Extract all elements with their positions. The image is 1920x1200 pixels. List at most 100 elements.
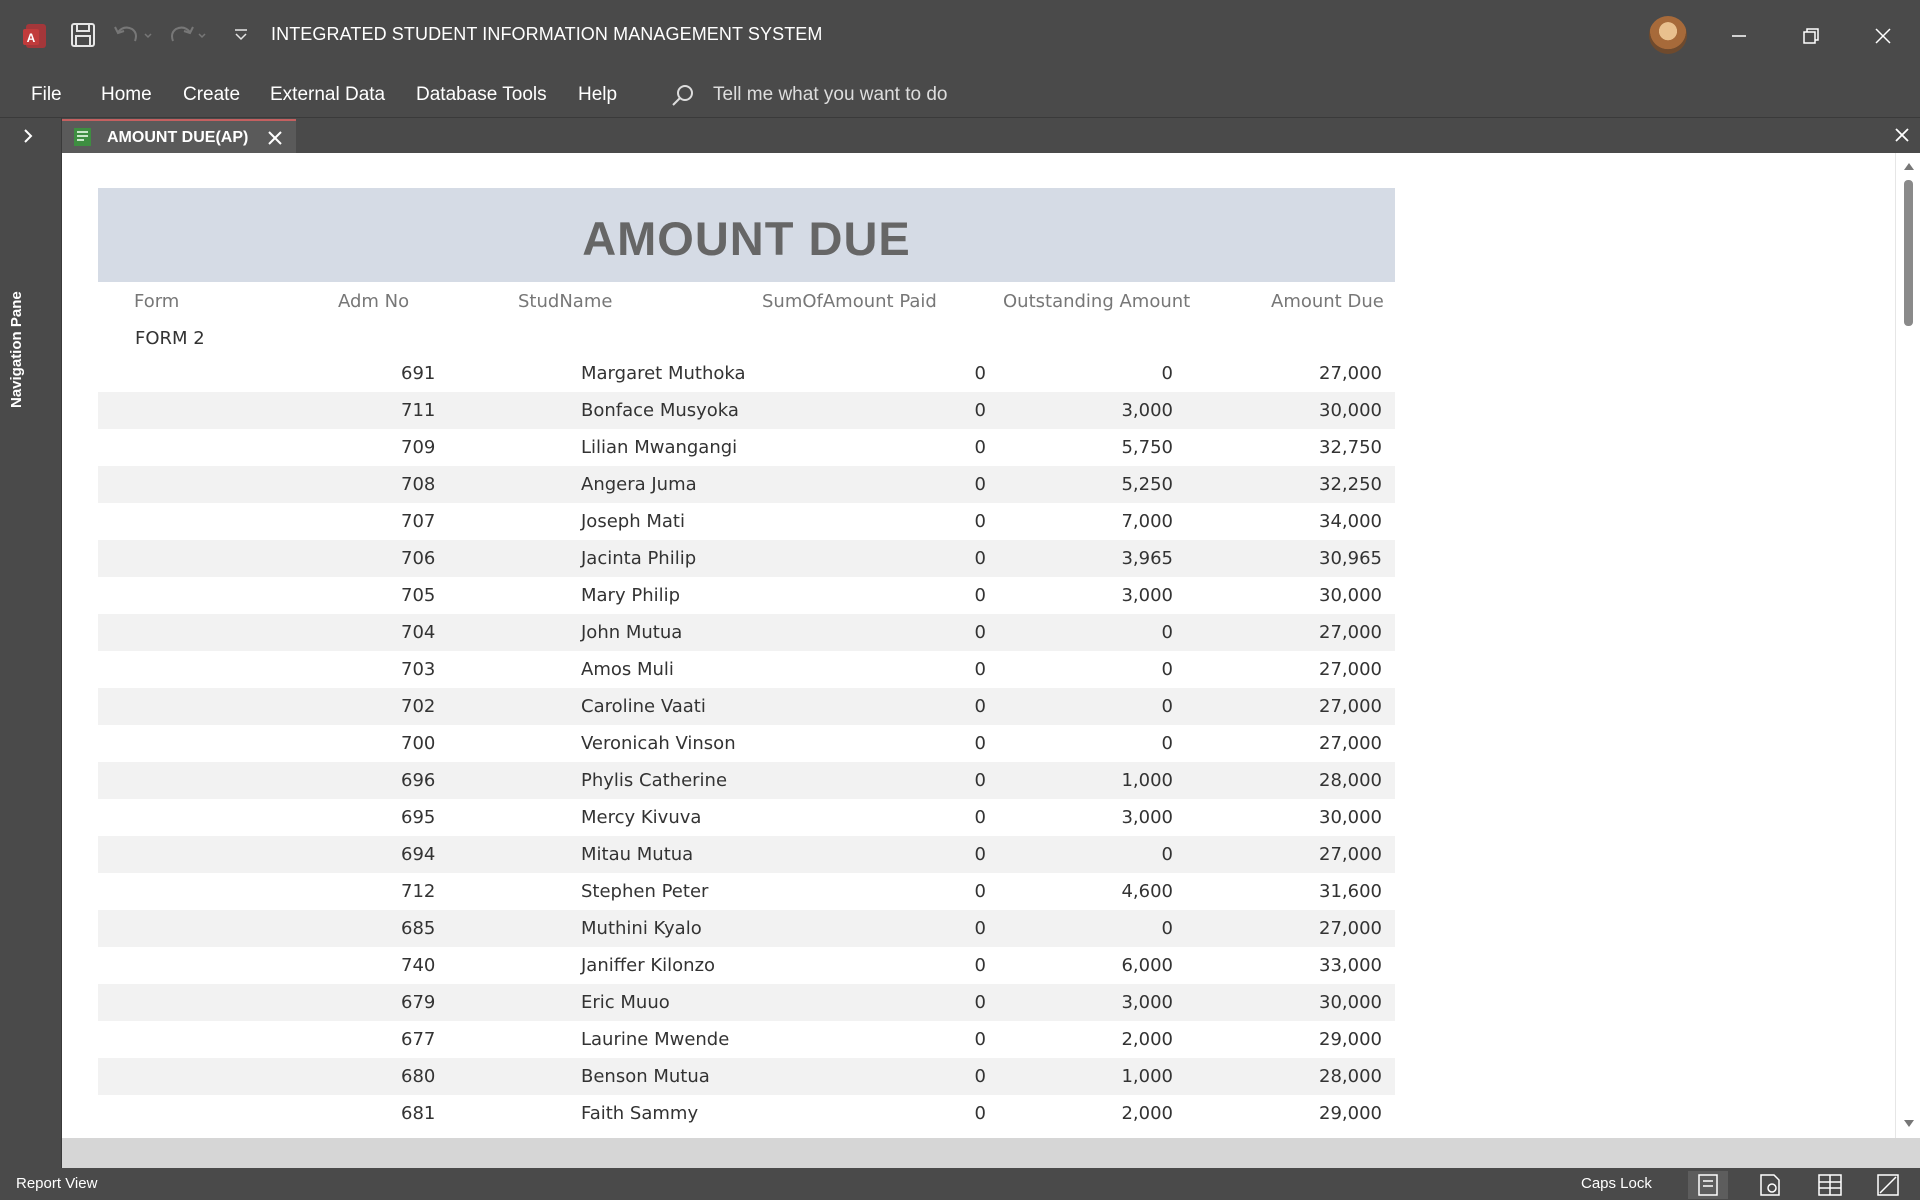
amount-due-cell: 28,000 [1319, 770, 1382, 791]
adm-no-cell: 707 [401, 511, 436, 532]
document-tab[interactable]: AMOUNT DUE(AP) [62, 119, 296, 153]
caps-lock-indicator: Caps Lock [1581, 1175, 1652, 1192]
amount-paid-cell: 0 [974, 807, 986, 828]
outstanding-amount-cell: 7,000 [1121, 511, 1173, 532]
adm-no-cell: 706 [401, 548, 436, 569]
amount-paid-cell: 0 [974, 585, 986, 606]
tab-external-data[interactable]: External Data [270, 84, 385, 106]
report-view-button[interactable] [1688, 1171, 1728, 1199]
table-row: 700 Veronicah Vinson 0 0 27,000 [98, 725, 1395, 762]
status-bar: Report View Caps Lock [0, 1168, 1920, 1200]
amount-paid-cell: 0 [974, 659, 986, 680]
adm-no-cell: 704 [401, 622, 436, 643]
table-row: 694 Mitau Mutua 0 0 27,000 [98, 836, 1395, 873]
student-name-cell: Laurine Mwende [581, 1029, 730, 1050]
customize-toolbar-icon[interactable] [233, 22, 249, 48]
amount-due-cell: 27,000 [1319, 844, 1382, 865]
amount-paid-cell: 0 [974, 844, 986, 865]
horizontal-scroll-area[interactable] [62, 1138, 1920, 1168]
design-view-button[interactable] [1868, 1171, 1908, 1199]
column-header-amount-due: Amount Due [1271, 291, 1384, 312]
column-header-studname: StudName [518, 291, 613, 312]
minimize-button[interactable] [1719, 16, 1759, 56]
scroll-up-icon[interactable] [1903, 161, 1915, 171]
amount-paid-cell: 0 [974, 955, 986, 976]
student-name-cell: Lilian Mwangangi [581, 437, 738, 458]
amount-paid-cell: 0 [974, 918, 986, 939]
outstanding-amount-cell: 6,000 [1121, 955, 1173, 976]
amount-paid-cell: 0 [974, 733, 986, 754]
avatar[interactable] [1649, 16, 1687, 54]
column-header-adm-no: Adm No [338, 291, 410, 312]
svg-text:A: A [27, 31, 36, 45]
outstanding-amount-cell: 3,000 [1121, 400, 1173, 421]
student-name-cell: Caroline Vaati [581, 696, 706, 717]
redo-icon[interactable] [170, 22, 214, 48]
adm-no-cell: 708 [401, 474, 436, 495]
access-app-icon[interactable]: A [22, 22, 50, 50]
amount-paid-cell: 0 [974, 992, 986, 1013]
amount-due-cell: 31,600 [1319, 881, 1382, 902]
column-header-form: Form [134, 291, 180, 312]
table-row: 702 Caroline Vaati 0 0 27,000 [98, 688, 1395, 725]
group-header-form: FORM 2 [135, 328, 205, 349]
amount-due-cell: 32,750 [1319, 437, 1382, 458]
report-title: AMOUNT DUE [582, 212, 911, 265]
student-name-cell: Benson Mutua [581, 1066, 710, 1087]
outstanding-amount-cell: 3,000 [1121, 992, 1173, 1013]
document-tab-strip: AMOUNT DUE(AP) [62, 118, 1920, 153]
navigation-pane-label: Navigation Pane [8, 291, 25, 408]
chevron-right-icon[interactable] [18, 126, 38, 146]
vertical-scrollbar[interactable] [1895, 153, 1920, 1138]
undo-icon[interactable] [112, 22, 156, 48]
amount-due-cell: 27,000 [1319, 363, 1382, 384]
report-view: AMOUNT DUE Form Adm No StudName SumOfAmo… [62, 153, 1895, 1138]
table-row: 679 Eric Muuo 0 3,000 30,000 [98, 984, 1395, 1021]
amount-due-cell: 27,000 [1319, 622, 1382, 643]
scroll-thumb[interactable] [1904, 180, 1913, 326]
tell-me-search[interactable]: Tell me what you want to do [713, 84, 947, 106]
tab-create[interactable]: Create [183, 84, 240, 106]
tab-database-tools[interactable]: Database Tools [416, 84, 547, 106]
outstanding-amount-cell: 0 [1161, 659, 1173, 680]
layout-view-button[interactable] [1810, 1171, 1850, 1199]
table-row: 706 Jacinta Philip 0 3,965 30,965 [98, 540, 1395, 577]
print-preview-button[interactable] [1750, 1171, 1790, 1199]
outstanding-amount-cell: 3,000 [1121, 585, 1173, 606]
tab-home[interactable]: Home [101, 84, 152, 106]
table-row: 711 Bonface Musyoka 0 3,000 30,000 [98, 392, 1395, 429]
tab-help[interactable]: Help [578, 84, 617, 106]
amount-due-cell: 30,000 [1319, 585, 1382, 606]
student-name-cell: Mitau Mutua [581, 844, 694, 865]
adm-no-cell: 681 [401, 1103, 436, 1124]
tab-file[interactable]: File [31, 84, 62, 106]
amount-paid-cell: 0 [974, 437, 986, 458]
amount-due-cell: 28,000 [1319, 1066, 1382, 1087]
adm-no-cell: 703 [401, 659, 436, 680]
save-icon[interactable] [70, 22, 96, 48]
table-row: 691 Margaret Muthoka 0 0 27,000 [98, 355, 1395, 392]
navigation-pane[interactable]: Navigation Pane [0, 118, 62, 1168]
outstanding-amount-cell: 5,250 [1121, 474, 1173, 495]
restore-button[interactable] [1791, 16, 1831, 56]
adm-no-cell: 711 [401, 400, 436, 421]
adm-no-cell: 702 [401, 696, 436, 717]
close-window-button[interactable] [1863, 16, 1903, 56]
table-row: 708 Angera Juma 0 5,250 32,250 [98, 466, 1395, 503]
close-tab-icon[interactable] [266, 129, 284, 147]
close-document-icon[interactable] [1894, 127, 1910, 143]
adm-no-cell: 712 [401, 881, 436, 902]
document-tab-label: AMOUNT DUE(AP) [107, 129, 249, 146]
outstanding-amount-cell: 3,000 [1121, 807, 1173, 828]
search-icon[interactable] [670, 82, 696, 108]
student-name-cell: Veronicah Vinson [581, 733, 736, 754]
amount-paid-cell: 0 [974, 696, 986, 717]
window-title: INTEGRATED STUDENT INFORMATION MANAGEMEN… [271, 24, 823, 44]
amount-due-cell: 29,000 [1319, 1103, 1382, 1124]
amount-due-cell: 34,000 [1319, 511, 1382, 532]
scroll-down-icon[interactable] [1903, 1119, 1915, 1129]
table-row: 695 Mercy Kivuva 0 3,000 30,000 [98, 799, 1395, 836]
adm-no-cell: 691 [401, 363, 436, 384]
report-header: AMOUNT DUE [98, 188, 1395, 282]
amount-paid-cell: 0 [974, 474, 986, 495]
